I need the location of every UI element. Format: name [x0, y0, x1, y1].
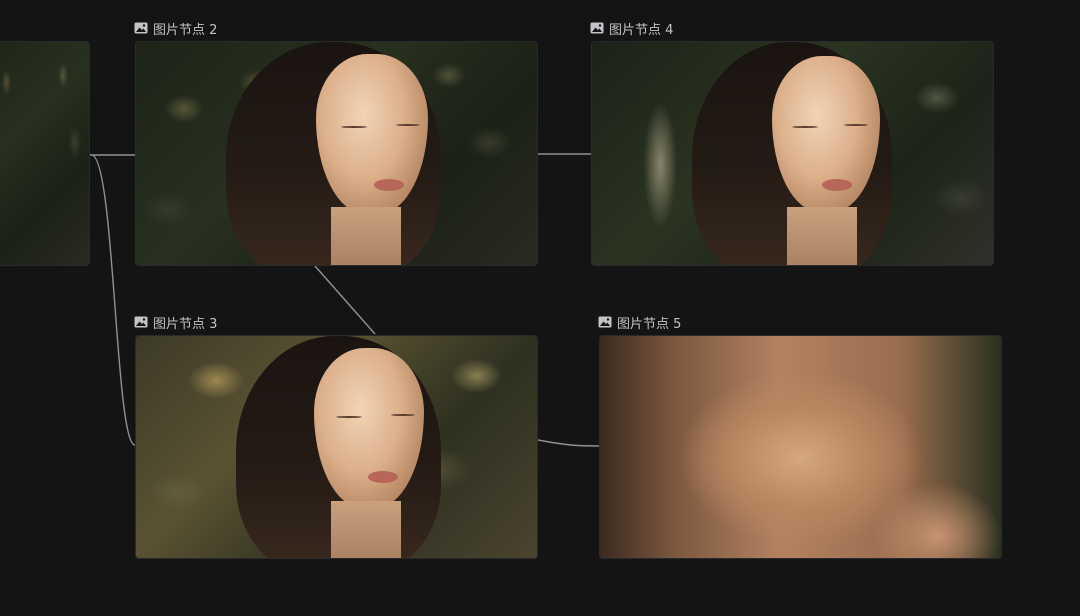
image-icon	[134, 22, 148, 34]
image-node-3[interactable]	[135, 335, 538, 559]
node-2-label: 图片节点 2	[134, 19, 218, 38]
node-3-label: 图片节点 3	[134, 313, 218, 332]
node-2-face	[316, 54, 428, 214]
edge-node2-node3	[314, 265, 376, 335]
node-4-eye-left	[792, 126, 818, 128]
node-canvas[interactable]: 图片节点 2 图片节点 3 图片节点 4 图片节点 5	[0, 0, 1080, 616]
node-4-lips	[822, 179, 852, 191]
node-5-label: 图片节点 5	[598, 313, 682, 332]
node-5-title: 图片节点 5	[617, 316, 682, 332]
image-node-2[interactable]	[135, 41, 538, 266]
node-4-eye-right	[844, 124, 868, 126]
node-4-neck	[787, 207, 857, 265]
node-5-image	[600, 336, 1001, 558]
node-3-eye-left	[336, 416, 362, 418]
node-2-eye-right	[396, 124, 420, 126]
node-4-label: 图片节点 4	[590, 19, 674, 38]
image-node-1[interactable]	[0, 41, 90, 266]
image-icon	[598, 316, 612, 328]
node-3-eye-right	[391, 414, 415, 416]
node-3-lips	[368, 471, 398, 483]
node-3-face	[314, 348, 424, 508]
image-icon	[590, 22, 604, 34]
node-3-title: 图片节点 3	[153, 316, 218, 332]
edge-node1-node3	[91, 154, 136, 446]
image-icon	[134, 316, 148, 328]
node-1-image	[0, 42, 89, 265]
node-2-lips	[374, 179, 404, 191]
edge-node3-node5	[537, 439, 600, 447]
node-2-eye-left	[341, 126, 367, 128]
image-node-4[interactable]	[591, 41, 994, 266]
node-3-neck	[331, 501, 401, 558]
node-2-title: 图片节点 2	[153, 22, 218, 38]
node-2-neck	[331, 207, 401, 265]
node-4-title: 图片节点 4	[609, 22, 674, 38]
image-node-5[interactable]	[599, 335, 1002, 559]
